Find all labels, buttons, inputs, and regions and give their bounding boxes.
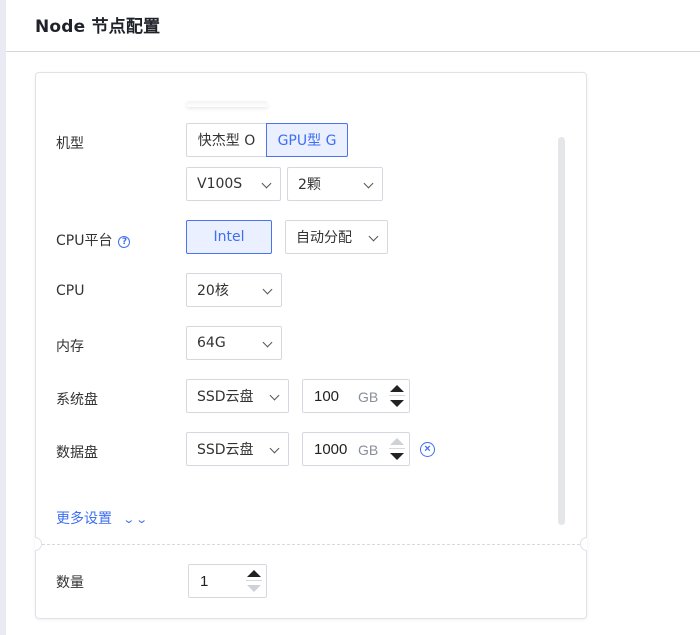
cpu-allocation-value: 自动分配 <box>296 230 352 246</box>
data-disk-label: 数据盘 <box>56 445 98 461</box>
stepper-divider <box>389 395 405 396</box>
data-disk-type-select[interactable]: SSD云盘 <box>186 432 289 466</box>
scroll-shadow <box>186 101 268 107</box>
cpu-select[interactable]: 20核 <box>186 273 282 307</box>
cpu-value: 20核 <box>197 283 229 299</box>
quantity-value: 1 <box>200 573 209 590</box>
left-rail <box>0 0 6 635</box>
system-disk-size-stepper[interactable]: 100 GB <box>302 379 410 413</box>
stepper-divider <box>389 448 405 449</box>
section-divider <box>42 544 580 545</box>
divider-notch-right <box>580 537 587 551</box>
more-settings-link[interactable]: 更多设置 ⌄⌄ <box>56 508 148 528</box>
data-disk-stepper-arrows <box>385 433 409 465</box>
increment-arrow-icon[interactable] <box>390 385 404 392</box>
decrement-arrow-icon[interactable] <box>390 400 404 407</box>
quantity-stepper[interactable]: 1 <box>188 564 267 598</box>
cpu-platform-intel[interactable]: Intel <box>186 220 272 254</box>
quantity-stepper-arrows <box>242 565 266 597</box>
help-circle-icon[interactable]: ? <box>118 236 131 248</box>
system-disk-stepper-arrows <box>385 380 409 412</box>
page-title: Node 节点配置 <box>35 17 161 37</box>
data-disk-size-value: 1000 <box>314 441 348 458</box>
system-disk-type-select[interactable]: SSD云盘 <box>186 379 289 413</box>
gpu-model-select[interactable]: V100S <box>186 167 281 201</box>
chevron-down-icon <box>262 337 273 348</box>
increment-arrow-icon[interactable] <box>390 438 404 445</box>
data-disk-size-stepper[interactable]: 1000 GB <box>302 432 410 466</box>
data-disk-type-value: SSD云盘 <box>197 442 254 458</box>
increment-arrow-icon[interactable] <box>247 570 261 577</box>
cpu-allocation-select[interactable]: 自动分配 <box>285 220 388 254</box>
quantity-label: 数量 <box>56 575 84 591</box>
memory-select[interactable]: 64G <box>186 326 282 360</box>
chevron-down-icon <box>269 443 280 454</box>
gpu-count-value: 2颗 <box>298 177 321 193</box>
system-disk-unit: GB <box>358 389 379 405</box>
memory-label: 内存 <box>56 339 84 355</box>
config-card: 机型 快杰型 O GPU型 G V100S 2颗 CPU平台? Intel 自动… <box>35 72 587 619</box>
more-settings-label: 更多设置 <box>56 511 112 527</box>
instance-type-label: 机型 <box>56 136 84 152</box>
cpu-platform-label-text: CPU平台 <box>56 233 113 249</box>
decrement-arrow-icon[interactable] <box>390 453 404 460</box>
chevron-down-icon <box>261 178 272 189</box>
chevron-down-icon <box>269 390 280 401</box>
system-disk-type-value: SSD云盘 <box>197 389 254 405</box>
chevron-down-icon <box>368 231 379 242</box>
instance-type-option-g[interactable]: GPU型 G <box>266 123 348 157</box>
system-disk-size-value: 100 <box>314 388 340 405</box>
chevron-down-icon <box>262 284 273 295</box>
data-disk-unit: GB <box>358 442 379 458</box>
chevron-down-icon <box>363 178 374 189</box>
title-divider <box>6 51 700 52</box>
gpu-model-value: V100S <box>197 176 243 192</box>
decrement-arrow-icon[interactable] <box>247 585 261 592</box>
gpu-count-select[interactable]: 2颗 <box>287 167 383 201</box>
double-chevron-down-icon: ⌄⌄ <box>122 513 149 526</box>
scrollbar[interactable] <box>558 137 565 525</box>
system-disk-label: 系统盘 <box>56 392 98 408</box>
stepper-divider <box>246 580 262 581</box>
cpu-platform-label: CPU平台? <box>56 230 131 250</box>
close-circle-icon[interactable]: × <box>420 442 435 457</box>
memory-value: 64G <box>197 335 226 351</box>
divider-notch-left <box>35 537 42 551</box>
instance-type-option-o[interactable]: 快杰型 O <box>186 123 267 157</box>
cpu-label: CPU <box>56 283 85 299</box>
